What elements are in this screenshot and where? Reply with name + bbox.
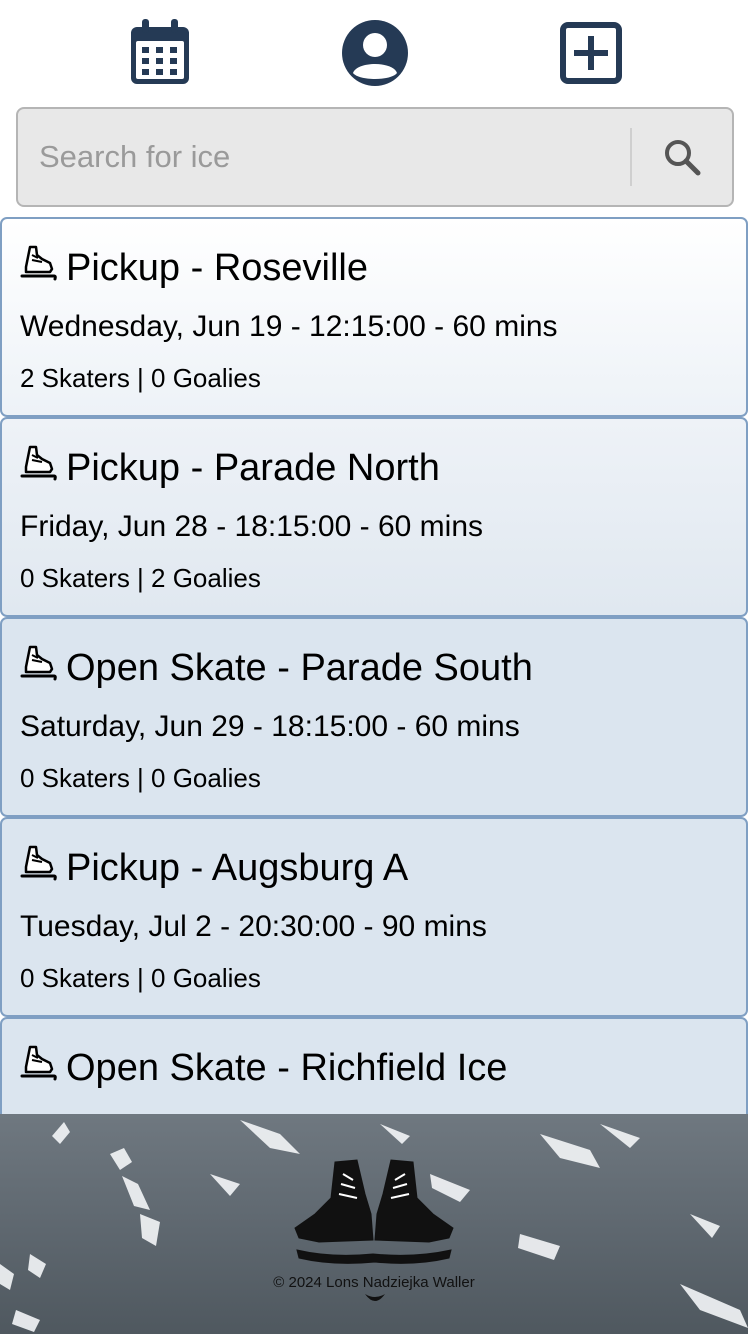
ice-skate-icon bbox=[20, 245, 57, 281]
session-counts: 2 Skaters | 0 Goalies bbox=[20, 363, 261, 393]
ice-skate-icon bbox=[20, 445, 57, 481]
search-icon bbox=[665, 140, 701, 176]
session-title-text: Pickup - Augsburg A bbox=[66, 847, 409, 889]
add-square-icon bbox=[560, 22, 622, 84]
session-title-text: Open Skate - Richfield Ice bbox=[66, 1047, 508, 1089]
session-datetime: Friday, Jun 28 - 18:15:00 - 60 mins bbox=[20, 510, 484, 543]
session-title: Open Skate - Parade South bbox=[20, 645, 533, 691]
copyright-text: © 2024 Lons Nadziejka Waller bbox=[273, 1274, 475, 1291]
add-button[interactable] bbox=[556, 18, 626, 88]
session-card[interactable]: Pickup - Roseville Wednesday, Jun 19 - 1… bbox=[0, 217, 748, 417]
session-list: Pickup - Roseville Wednesday, Jun 19 - 1… bbox=[0, 217, 748, 1114]
session-datetime: Wednesday, Jun 19 - 12:15:00 - 60 mins bbox=[20, 310, 558, 343]
session-title-text: Pickup - Roseville bbox=[66, 247, 368, 289]
session-counts: 0 Skaters | 0 Goalies bbox=[20, 963, 261, 993]
profile-button[interactable] bbox=[340, 18, 410, 88]
profile-icon bbox=[342, 20, 408, 86]
calendar-button[interactable] bbox=[125, 18, 195, 88]
session-title: Pickup - Parade North bbox=[20, 445, 440, 491]
session-datetime: Tuesday, Jul 2 - 20:30:00 - 90 mins bbox=[20, 910, 487, 943]
search-bar bbox=[16, 107, 734, 207]
session-card[interactable]: Pickup - Parade North Friday, Jun 28 - 1… bbox=[0, 417, 748, 617]
session-title: Pickup - Augsburg A bbox=[20, 845, 408, 891]
ice-skate-icon bbox=[20, 645, 57, 681]
session-datetime: Saturday, Jun 29 - 18:15:00 - 60 mins bbox=[20, 710, 520, 743]
search-button[interactable] bbox=[632, 109, 732, 205]
hockey-skates-logo bbox=[294, 1159, 454, 1264]
session-counts: 0 Skaters | 2 Goalies bbox=[20, 563, 261, 593]
ice-skate-icon bbox=[20, 845, 57, 881]
session-card[interactable]: Pickup - Augsburg A Tuesday, Jul 2 - 20:… bbox=[0, 817, 748, 1017]
search-input[interactable] bbox=[18, 109, 630, 205]
ice-skate-icon bbox=[20, 1045, 57, 1081]
session-title: Open Skate - Richfield Ice bbox=[20, 1045, 507, 1091]
calendar-icon bbox=[131, 19, 189, 84]
session-card[interactable]: Open Skate - Parade South Saturday, Jun … bbox=[0, 617, 748, 817]
skate-mark-icon bbox=[365, 1294, 385, 1301]
session-card[interactable]: Open Skate - Richfield Ice bbox=[0, 1017, 748, 1114]
session-title-text: Open Skate - Parade South bbox=[66, 647, 533, 689]
session-title: Pickup - Roseville bbox=[20, 245, 368, 291]
top-nav bbox=[0, 0, 748, 100]
session-title-text: Pickup - Parade North bbox=[66, 447, 440, 489]
session-counts: 0 Skaters | 0 Goalies bbox=[20, 763, 261, 793]
footer: © 2024 Lons Nadziejka Waller bbox=[0, 1114, 748, 1334]
